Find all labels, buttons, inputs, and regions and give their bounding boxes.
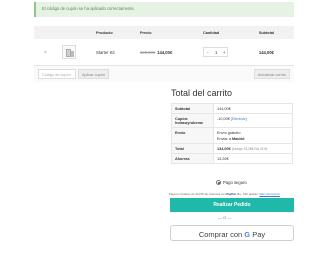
line-subtotal: 144,00€ — [258, 50, 274, 55]
col-header-price: Precio — [140, 31, 152, 35]
price-old: 199,00€ — [140, 50, 156, 55]
radio-selected-icon[interactable] — [216, 180, 221, 185]
payment-method-option[interactable]: Pago seguro — [216, 180, 247, 185]
gpay-pay: Pay — [250, 229, 266, 239]
product-price: 199,00€ 144,00€ — [140, 50, 172, 55]
apply-coupon-button[interactable]: Aplicar cupón — [78, 69, 110, 79]
payment-method-label: Pago seguro — [223, 180, 247, 185]
success-notice: El código de cupón se ha aplicado correc… — [34, 2, 294, 17]
google-pay-button[interactable]: Comprar con G Pay — [170, 225, 294, 241]
totals-label: Total — [172, 144, 214, 153]
totals-label: Envío — [172, 128, 214, 143]
coupon-input[interactable]: Código de cupón — [38, 69, 76, 79]
cart-totals-title: Total del carrito — [171, 88, 233, 98]
shipping-place: Madrid — [231, 136, 245, 141]
shipping-destination: Enviar a Madrid — [217, 137, 289, 141]
product-thumbnail[interactable] — [62, 45, 76, 59]
paypal-note: 18+, T&C aplican. — [236, 192, 259, 196]
col-header-quantity: Cantidad — [203, 31, 220, 35]
shipping-prefix: Enviar a — [217, 136, 232, 141]
paypal-brand: PayPal — [226, 192, 236, 196]
coupon-discount: -10,00€ — [217, 116, 230, 121]
notice-message: El código de cupón se ha aplicado correc… — [42, 6, 135, 11]
col-header-product: Producto — [96, 31, 113, 35]
totals-label: Subtotal — [172, 104, 214, 113]
qty-value[interactable]: 1 — [215, 50, 217, 55]
or-separator: — O — — [218, 215, 232, 220]
order-total: 134,00€ — [217, 146, 231, 151]
shipping-method: Envío gratuito — [217, 130, 241, 135]
quantity-stepper[interactable]: - 1 + — [203, 47, 228, 57]
gpay-prefix: Comprar con — [198, 229, 245, 239]
totals-label: Ahorras — [172, 154, 214, 163]
totals-row-shipping: Envío Envío gratuito Enviar a Madrid — [172, 128, 292, 144]
totals-value: 134,00€ (incluye 23,26€ IVA 21%) — [214, 144, 292, 153]
totals-label: Cupón: holasoyrubenw — [172, 114, 214, 127]
price-new: 144,00€ — [157, 50, 173, 55]
paypal-more-info-link[interactable]: Más información — [259, 192, 280, 196]
totals-value: Envío gratuito Enviar a Madrid — [214, 128, 292, 143]
totals-row-total: Total 134,00€ (incluye 23,26€ IVA 21%) — [172, 144, 292, 154]
totals-value: 144,00€ — [217, 106, 231, 111]
totals-value: 13,26€ — [217, 156, 229, 161]
paypal-installments-message: Paga en 3 plazos de 44,67€ sin intereses… — [169, 192, 280, 196]
remove-item-icon[interactable]: × — [44, 50, 47, 56]
col-header-subtotal: Subtotal — [258, 31, 274, 35]
place-order-button[interactable]: Realizar Pedido — [170, 198, 294, 212]
paypal-text: Paga en 3 plazos de 44,67€ sin intereses… — [169, 192, 226, 196]
qty-minus-button[interactable]: - — [207, 50, 208, 55]
cart-totals-table: Subtotal 144,00€ Cupón: holasoyrubenw -1… — [171, 103, 293, 164]
update-cart-button[interactable]: Actualizar carrito — [253, 69, 290, 79]
cart-table-header: Producto Precio Cantidad Subtotal — [34, 26, 294, 39]
table-row: × Starter Kit 199,00€ 144,00€ - 1 + 144,0… — [34, 39, 294, 66]
totals-row-savings: Ahorras 13,26€ — [172, 154, 292, 163]
totals-row-subtotal: Subtotal 144,00€ — [172, 104, 292, 114]
coupon-row: Código de cupón Aplicar cupón Actualizar… — [34, 66, 294, 82]
cart-table: Producto Precio Cantidad Subtotal × Star… — [34, 26, 294, 82]
qty-plus-button[interactable]: + — [223, 50, 225, 55]
totals-row-coupon: Cupón: holasoyrubenw -10,00€ [Eliminar] — [172, 114, 292, 128]
tax-note: (incluye 23,26€ IVA 21%) — [231, 146, 268, 151]
product-name-link[interactable]: Starter Kit — [96, 50, 115, 55]
remove-coupon-link[interactable]: [Eliminar] — [231, 117, 247, 121]
totals-value: -10,00€ [Eliminar] — [214, 114, 292, 127]
